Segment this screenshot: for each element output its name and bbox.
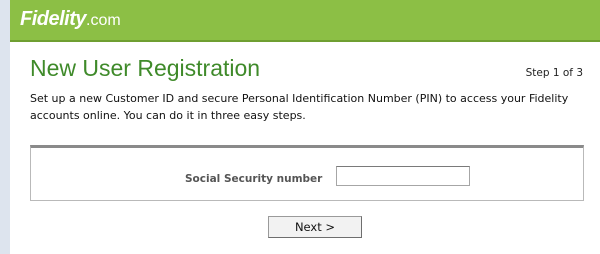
ssn-label: Social Security number (185, 173, 323, 185)
ssn-form-panel: Social Security number (30, 145, 584, 201)
logo-domain-suffix: .com (86, 12, 121, 29)
registration-description: Set up a new Customer ID and secure Pers… (30, 92, 569, 122)
step-indicator: Step 1 of 3 (525, 67, 583, 79)
logo-wordmark: Fidelity (20, 8, 87, 30)
page-title: New User Registration (30, 55, 261, 81)
header-bar: Fidelity.com (10, 0, 600, 42)
page-content: Fidelity.com New User Registration Step … (10, 0, 600, 254)
ssn-input[interactable] (336, 166, 470, 186)
fidelity-logo[interactable]: Fidelity.com (20, 8, 121, 31)
next-button[interactable]: Next > (268, 216, 362, 238)
